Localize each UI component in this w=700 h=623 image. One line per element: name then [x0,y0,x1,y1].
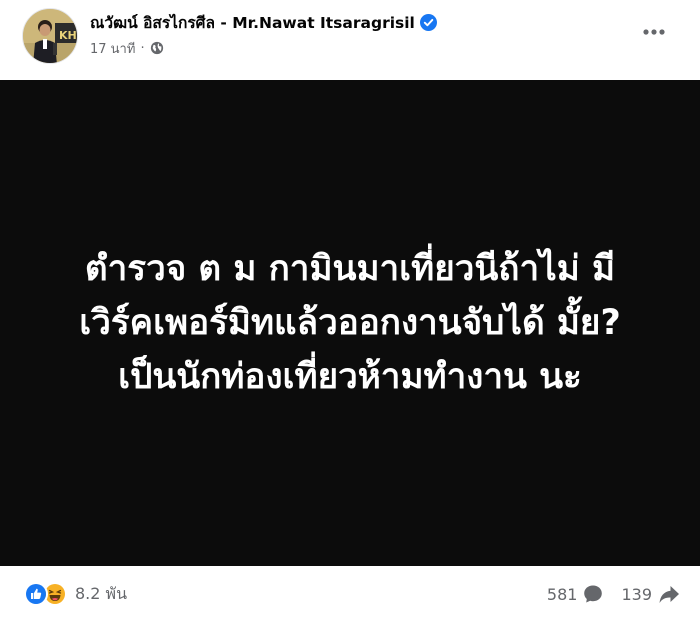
comments-stat[interactable]: 581 [547,584,604,604]
post-meta: 17 นาที · [90,38,164,58]
post-image[interactable]: ตำรวจ ต ม กามินมาเที่ยวนีถ้าไม่ มีเวิร์ค… [0,80,700,566]
globe-icon[interactable] [150,41,164,55]
share-icon [658,584,680,604]
meta-separator: · [140,40,145,56]
author-name-row: ณวัฒน์ อิสรไกรศีล - Mr.Nawat Itsaragrisi… [90,10,437,34]
author-name[interactable]: ณวัฒน์ อิสรไกรศีล - Mr.Nawat Itsaragrisi… [90,10,415,35]
post-image-text: ตำรวจ ต ม กามินมาเที่ยวนีถ้าไม่ มีเวิร์ค… [79,249,621,397]
post-timestamp[interactable]: 17 นาที [90,38,135,59]
more-options-icon [643,29,665,35]
engagement-stats: 581 139 [547,582,680,606]
author-avatar[interactable]: KH [22,8,78,64]
svg-text:KH: KH [59,29,77,42]
like-icon [24,582,48,606]
comment-count: 581 [546,584,578,604]
share-count: 139 [621,584,652,604]
reaction-count: 8.2 พัน [75,583,128,603]
verified-badge-icon [419,13,437,31]
comment-icon [583,584,603,604]
reactions-summary[interactable]: 8.2 พัน [24,582,127,606]
shares-stat[interactable]: 139 [621,584,680,604]
post-header: KH ณวัฒน์ อิสรไกรศีล - Mr.Nawat Itsaragr… [0,0,700,80]
post-footer: 8.2 พัน 581 139 [0,566,700,623]
facebook-post: KH ณวัฒน์ อิสรไกรศีล - Mr.Nawat Itsaragr… [0,0,700,623]
more-options-button[interactable] [638,18,670,46]
